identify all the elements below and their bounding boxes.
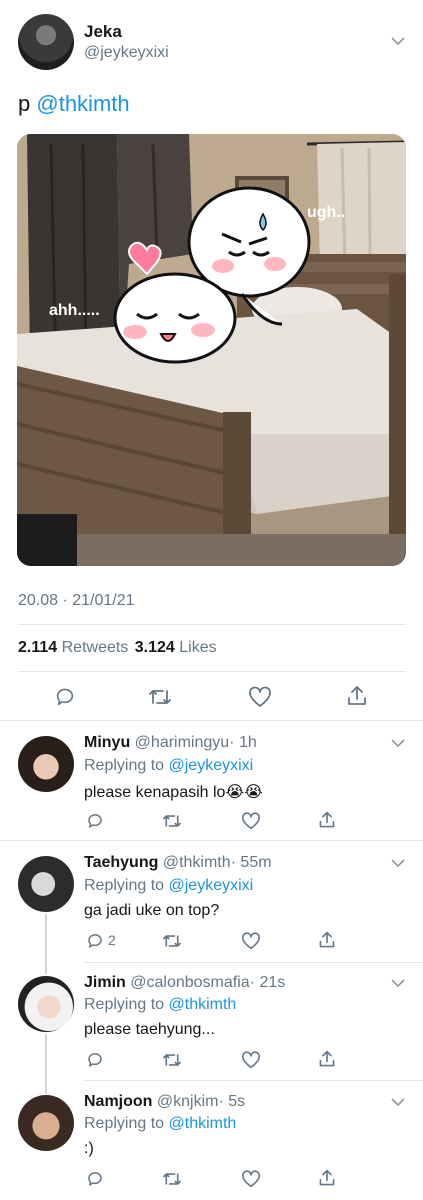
- reply-name[interactable]: Minyu: [84, 734, 130, 751]
- retweet-icon[interactable]: [162, 1051, 182, 1069]
- chevron-down-icon[interactable]: [391, 738, 405, 748]
- section-divider: [0, 720, 423, 721]
- tweet-image[interactable]: ahh..... ugh..: [17, 134, 406, 566]
- retweet-icon[interactable]: [162, 812, 182, 830]
- replying-to-handle[interactable]: @jeykeyxixi: [169, 757, 254, 774]
- reply-header: Taehyung @thkimth· 55m: [84, 854, 272, 872]
- share-icon[interactable]: [318, 810, 336, 830]
- chevron-down-icon[interactable]: [391, 36, 405, 46]
- chevron-down-icon[interactable]: [391, 858, 405, 868]
- reply-time: · 5s: [218, 1093, 246, 1110]
- divider: [0, 840, 423, 841]
- tweet-stats: 2.114 Retweets 3.124 Likes: [18, 639, 217, 657]
- replying-to-handle[interactable]: @jeykeyxixi: [169, 877, 254, 894]
- reply-time: · 1h: [229, 734, 257, 751]
- reply-text: ga jadi uke on top?: [84, 902, 220, 919]
- share-icon[interactable]: [318, 930, 336, 950]
- reply-icon[interactable]: [86, 1051, 104, 1069]
- reply-time: · 21s: [249, 974, 286, 991]
- share-icon[interactable]: [318, 1168, 336, 1188]
- sticker-bottom: [113, 272, 237, 364]
- image-text-left: ahh.....: [49, 302, 100, 319]
- meme-illustration: [17, 134, 406, 566]
- replying-label: Replying to: [84, 996, 165, 1013]
- chevron-down-icon[interactable]: [391, 1097, 405, 1107]
- replying-to: Replying to @jeykeyxixi: [84, 757, 253, 775]
- avatar[interactable]: [18, 736, 74, 792]
- retweets-count[interactable]: 2.114: [18, 639, 57, 656]
- author-name[interactable]: Jeka: [84, 22, 122, 42]
- tweet-timestamp[interactable]: 20.08 · 21/01/21: [18, 592, 135, 610]
- reply-icon[interactable]: [86, 932, 104, 950]
- share-icon[interactable]: [318, 1049, 336, 1069]
- retweet-icon[interactable]: [162, 932, 182, 950]
- replying-to: Replying to @thkimth: [84, 996, 236, 1014]
- reply-header: Jimin @calonbosmafia· 21s: [84, 974, 285, 992]
- replying-label: Replying to: [84, 877, 165, 894]
- reply-header: Namjoon @knjkim· 5s: [84, 1093, 245, 1111]
- retweet-icon[interactable]: [148, 686, 172, 708]
- reply-count: 2: [108, 932, 116, 948]
- likes-label[interactable]: Likes: [179, 639, 216, 656]
- replying-to: Replying to @jeykeyxixi: [84, 877, 253, 895]
- share-icon[interactable]: [346, 684, 368, 708]
- likes-count[interactable]: 3.124: [135, 639, 175, 656]
- reply-handle[interactable]: @harimingyu: [135, 734, 230, 751]
- reply-icon[interactable]: [86, 1170, 104, 1188]
- tweet-text: p @thkimth: [18, 91, 130, 117]
- divider: [84, 962, 423, 963]
- reply-icon[interactable]: [86, 812, 104, 830]
- like-icon[interactable]: [248, 686, 272, 708]
- tweet-text-prefix: p: [18, 91, 31, 116]
- reply-text: please kenapasih lo😭😭: [84, 784, 263, 801]
- retweet-icon[interactable]: [162, 1170, 182, 1188]
- replying-to-handle[interactable]: @thkimth: [169, 1115, 237, 1132]
- replying-to: Replying to @thkimth: [84, 1115, 236, 1133]
- author-avatar[interactable]: [18, 14, 74, 70]
- divider: [84, 1080, 423, 1081]
- reply-handle[interactable]: @knjkim: [157, 1093, 219, 1110]
- image-text-right: ugh..: [307, 204, 346, 221]
- reply-time: · 55m: [230, 854, 272, 871]
- like-icon[interactable]: [241, 812, 261, 830]
- thread-line: [45, 914, 47, 974]
- avatar[interactable]: [18, 856, 74, 912]
- divider: [18, 624, 406, 625]
- reply-header: Minyu @harimingyu· 1h: [84, 734, 257, 752]
- avatar[interactable]: [18, 1095, 74, 1151]
- reply-name[interactable]: Namjoon: [84, 1093, 152, 1110]
- replying-label: Replying to: [84, 757, 165, 774]
- thread-line: [45, 1034, 47, 1094]
- like-icon[interactable]: [241, 1051, 261, 1069]
- reply-icon[interactable]: [54, 686, 76, 708]
- reply-text: please taehyung...: [84, 1021, 215, 1038]
- tweet-mention[interactable]: @thkimth: [36, 91, 129, 116]
- like-icon[interactable]: [241, 1170, 261, 1188]
- reply-name[interactable]: Jimin: [84, 974, 126, 991]
- like-icon[interactable]: [241, 932, 261, 950]
- reply-handle[interactable]: @thkimth: [163, 854, 231, 871]
- divider: [18, 671, 406, 672]
- avatar[interactable]: [18, 976, 74, 1032]
- reply-text: :): [84, 1140, 94, 1157]
- retweets-label[interactable]: Retweets: [62, 639, 129, 656]
- author-handle[interactable]: @jeykeyxixi: [84, 44, 169, 62]
- chevron-down-icon[interactable]: [391, 978, 405, 988]
- replying-to-handle[interactable]: @thkimth: [169, 996, 237, 1013]
- reply-name[interactable]: Taehyung: [84, 854, 158, 871]
- reply-handle[interactable]: @calonbosmafia: [130, 974, 249, 991]
- replying-label: Replying to: [84, 1115, 165, 1132]
